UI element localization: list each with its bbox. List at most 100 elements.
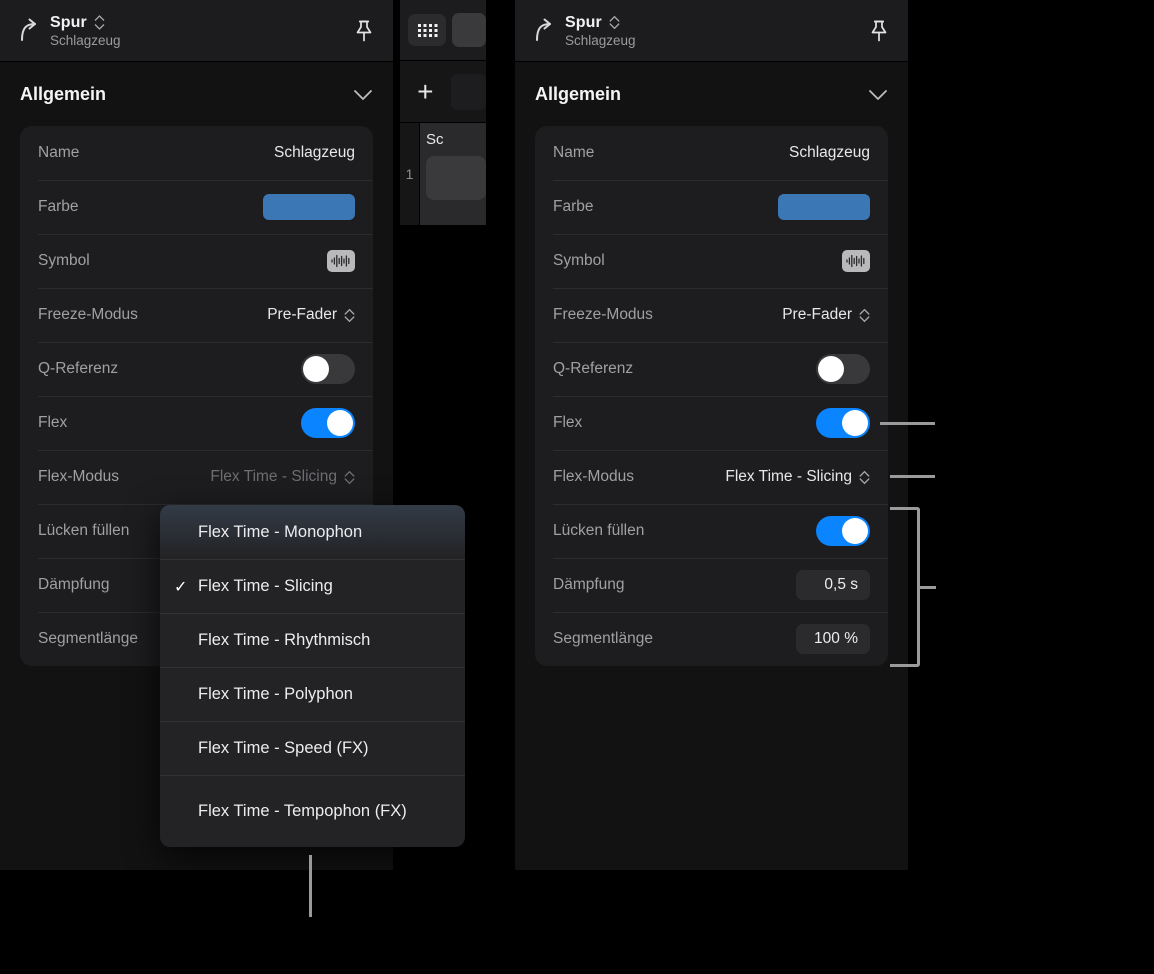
stepper-diamond-icon[interactable] [344, 308, 355, 323]
track-row[interactable]: 1 Sc [400, 122, 486, 225]
row-farbe[interactable]: Farbe [535, 180, 888, 234]
row-value-freeze-modus-group[interactable]: Pre-Fader [267, 306, 355, 324]
row-name[interactable]: Name Schlagzeug [535, 126, 888, 180]
row-segmentlaenge[interactable]: Segmentlänge 100 % [535, 612, 888, 666]
row-label-luecken-fuellen: Lücken füllen [38, 522, 129, 540]
row-farbe[interactable]: Farbe [20, 180, 373, 234]
pin-icon[interactable] [353, 19, 375, 43]
section-header-left[interactable]: Allgemein [0, 62, 393, 126]
row-symbol[interactable]: Symbol [535, 234, 888, 288]
page-title: Spur [565, 14, 602, 32]
waveform-icon[interactable] [842, 250, 870, 272]
row-name[interactable]: Name Schlagzeug [20, 126, 373, 180]
toggle-knob [327, 410, 353, 436]
back-arrow-icon[interactable] [16, 18, 40, 44]
row-symbol[interactable]: Symbol [20, 234, 373, 288]
row-flex[interactable]: Flex [20, 396, 373, 450]
chevron-down-icon[interactable] [868, 88, 888, 100]
add-track-side-chip[interactable] [451, 74, 486, 110]
back-arrow-icon[interactable] [531, 18, 555, 44]
row-luecken-fuellen[interactable]: Lücken füllen [535, 504, 888, 558]
row-value-flex-modus: Flex Time - Slicing [210, 468, 337, 486]
callout-line-menu [309, 855, 312, 917]
grid-icon[interactable] [408, 14, 446, 46]
menu-item-flex-time-rhythmisch[interactable]: Flex Time - Rhythmisch [160, 613, 465, 667]
stepper-diamond-icon[interactable] [859, 308, 870, 323]
track-list-strip: + 1 Sc [400, 0, 486, 225]
toggle-flex[interactable] [301, 408, 355, 438]
row-flex-modus[interactable]: Flex-Modus Flex Time - Slicing [20, 450, 373, 504]
toggle-luecken-fuellen[interactable] [816, 516, 870, 546]
menu-item-flex-time-tempophon-fx[interactable]: Flex Time - Tempophon (FX) [160, 775, 465, 847]
menu-item-label: Flex Time - Polyphon [198, 681, 353, 707]
row-value-name[interactable]: Schlagzeug [789, 144, 870, 162]
pin-icon[interactable] [868, 19, 890, 43]
section-header-right[interactable]: Allgemein [515, 62, 908, 126]
page-subtitle: Schlagzeug [565, 33, 868, 48]
stepper-diamond-icon[interactable] [859, 470, 870, 485]
row-label-farbe: Farbe [38, 198, 79, 216]
menu-item-flex-time-polyphon[interactable]: Flex Time - Polyphon [160, 667, 465, 721]
track-name: Sc [426, 131, 486, 148]
page-subtitle: Schlagzeug [50, 33, 353, 48]
menu-item-label: Flex Time - Tempophon (FX) [198, 798, 407, 824]
row-freeze-modus[interactable]: Freeze-Modus Pre-Fader [20, 288, 373, 342]
header-title-row-right: Spur [565, 14, 868, 32]
row-flex[interactable]: Flex [535, 396, 888, 450]
waveform-icon[interactable] [327, 250, 355, 272]
row-value-name[interactable]: Schlagzeug [274, 144, 355, 162]
screenshot-root: + 1 Sc Spur [0, 0, 1154, 974]
menu-item-flex-time-speed-fx[interactable]: Flex Time - Speed (FX) [160, 721, 465, 775]
track-list-toolbar [400, 0, 486, 60]
row-label-flex-modus: Flex-Modus [553, 468, 634, 486]
add-track-button[interactable]: + [400, 78, 451, 106]
row-flex-modus[interactable]: Flex-Modus Flex Time - Slicing [535, 450, 888, 504]
row-label-name: Name [553, 144, 594, 162]
row-value-freeze-modus-group[interactable]: Pre-Fader [782, 306, 870, 324]
row-value-freeze-modus: Pre-Fader [782, 306, 852, 324]
stepper-diamond-icon[interactable] [609, 15, 620, 30]
header-titles-left: Spur Schlagzeug [50, 14, 353, 48]
toggle-knob [842, 410, 868, 436]
track-icon-chip[interactable] [426, 156, 486, 200]
color-swatch[interactable] [778, 194, 870, 220]
row-label-symbol: Symbol [553, 252, 605, 270]
row-q-referenz[interactable]: Q-Referenz [20, 342, 373, 396]
row-label-freeze-modus: Freeze-Modus [553, 306, 653, 324]
row-label-flex: Flex [553, 414, 582, 432]
value-field-segmentlaenge[interactable]: 100 % [796, 624, 870, 654]
toggle-q-referenz[interactable] [816, 354, 870, 384]
row-label-symbol: Symbol [38, 252, 90, 270]
menu-item-flex-time-slicing[interactable]: ✓ Flex Time - Slicing [160, 559, 465, 613]
row-label-freeze-modus: Freeze-Modus [38, 306, 138, 324]
toggle-knob [818, 356, 844, 382]
toggle-q-referenz[interactable] [301, 354, 355, 384]
menu-item-flex-time-monophon[interactable]: Flex Time - Monophon [160, 505, 465, 559]
stepper-diamond-icon[interactable] [344, 470, 355, 485]
row-value-flex-modus: Flex Time - Slicing [725, 468, 852, 486]
chevron-down-icon[interactable] [353, 88, 373, 100]
menu-item-label: Flex Time - Monophon [198, 519, 362, 545]
row-daempfung[interactable]: Dämpfung 0,5 s [535, 558, 888, 612]
row-label-q-referenz: Q-Referenz [38, 360, 118, 378]
callout-line-flex-modus [890, 475, 935, 478]
toolbar-secondary-button[interactable] [452, 13, 486, 47]
stepper-diamond-icon[interactable] [94, 15, 105, 30]
row-value-flex-modus-group[interactable]: Flex Time - Slicing [210, 468, 355, 486]
panel-header-right: Spur Schlagzeug [515, 0, 908, 62]
row-label-daempfung: Dämpfung [553, 576, 625, 594]
row-label-q-referenz: Q-Referenz [553, 360, 633, 378]
toggle-flex[interactable] [816, 408, 870, 438]
track-body: Sc [420, 123, 486, 225]
row-value-flex-modus-group[interactable]: Flex Time - Slicing [725, 468, 870, 486]
row-label-farbe: Farbe [553, 198, 594, 216]
color-swatch[interactable] [263, 194, 355, 220]
callout-line-flex [880, 422, 935, 425]
page-title: Spur [50, 14, 87, 32]
row-freeze-modus[interactable]: Freeze-Modus Pre-Fader [535, 288, 888, 342]
row-q-referenz[interactable]: Q-Referenz [535, 342, 888, 396]
value-field-daempfung[interactable]: 0,5 s [796, 570, 870, 600]
settings-card-right: Name Schlagzeug Farbe Symbol [535, 126, 888, 666]
row-label-flex-modus: Flex-Modus [38, 468, 119, 486]
flex-modus-dropdown-menu[interactable]: Flex Time - Monophon ✓ Flex Time - Slici… [160, 505, 465, 847]
